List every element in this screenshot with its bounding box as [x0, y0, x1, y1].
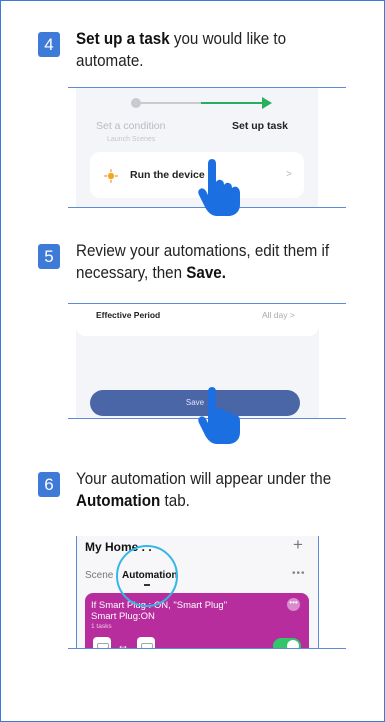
effective-period-label: Effective Period — [96, 310, 161, 320]
condition-label: Set a condition — [96, 120, 166, 132]
step-4: 4 Set up a task you would like to automa… — [38, 30, 368, 92]
automation-toggle[interactable] — [273, 638, 301, 648]
highlight-circle — [116, 545, 178, 607]
step-bold-tail: Save. — [186, 264, 226, 282]
step-5: 5 Review your automations, edit them if … — [38, 242, 368, 294]
step-text-main: Your automation will appear under the — [76, 470, 332, 488]
automation-card[interactable]: If Smart Plug : ON, "Smart Plug" Smart P… — [85, 593, 309, 648]
hand-pointer-icon — [198, 159, 240, 216]
automation-description: If Smart Plug : ON, "Smart Plug" Smart P… — [91, 600, 228, 622]
progress-arrow-icon — [262, 97, 272, 109]
progress-line-green — [201, 102, 264, 104]
effective-period-value: All day > — [262, 310, 295, 320]
condition-sublabel: Launch Scenes — [107, 136, 156, 143]
card-more-icon[interactable]: ••• — [287, 598, 300, 611]
chevron-right-icon: > — [286, 169, 292, 180]
step-number-badge: 6 — [38, 472, 60, 497]
step-instruction: Review your automations, edit them if ne… — [76, 240, 345, 284]
effective-period-card[interactable]: Effective Period All day > — [76, 304, 319, 336]
step-number-badge: 5 — [38, 244, 60, 269]
step-instruction: Set up a task you would like to automate… — [76, 28, 345, 72]
step-text-after: tab. — [160, 492, 190, 510]
plug-icon — [137, 637, 155, 648]
step-6: 6 Your automation will appear under the … — [38, 470, 368, 522]
step-bold-lead: Set up a task — [76, 30, 170, 48]
hand-pointer-icon — [198, 387, 240, 444]
setup-task-label: Set up task — [232, 120, 289, 132]
automation-task-count: 1 tasks — [91, 623, 112, 630]
step-bold-tail: Automation — [76, 492, 161, 510]
screenshot-bottom-rule — [68, 648, 346, 649]
add-plus-icon[interactable]: + — [293, 536, 303, 555]
step-instruction: Your automation will appear under the Au… — [76, 468, 345, 512]
sun-icon — [104, 169, 118, 183]
automation-tab-screenshot: My Home . . + Scene Automation ••• If Sm… — [77, 536, 318, 648]
arrow-left-right-icon: ↔ — [117, 638, 129, 648]
progress-line-gray — [139, 102, 201, 104]
save-button[interactable]: Save — [90, 390, 300, 416]
tab-scene[interactable]: Scene — [85, 570, 113, 581]
more-options-icon[interactable]: ••• — [292, 568, 306, 579]
plug-icon — [93, 637, 111, 648]
step-number-badge: 4 — [38, 32, 60, 57]
run-device-label: Run the device — [130, 169, 205, 181]
screenshot-right-edge — [318, 536, 319, 648]
